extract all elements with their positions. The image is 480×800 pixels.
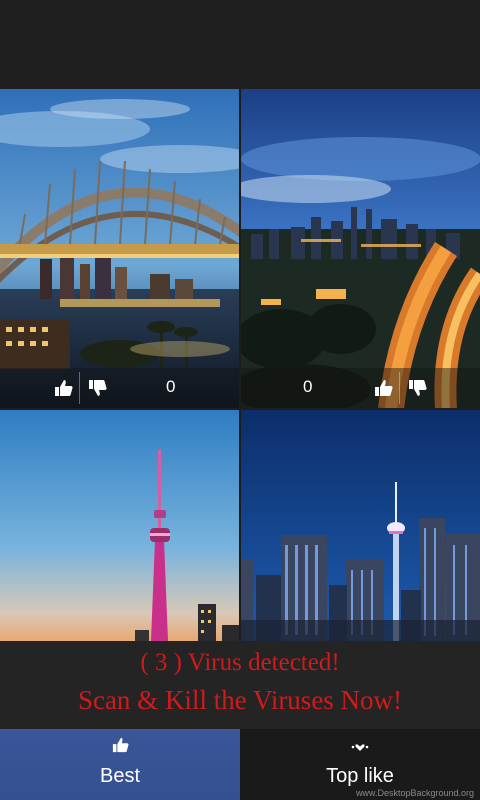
app-screen: 0 0 (3) Virus detected! Scan & Kill th… (0, 0, 480, 800)
wallpaper-tile-sydney[interactable]: 0 (0, 89, 239, 408)
tab-top-like-label: Top like (326, 765, 394, 787)
sydney-harbour-image (0, 89, 239, 408)
thumbs-up-icon (112, 737, 129, 753)
virus-alert-title: ( 3 ) Virus detected! (140, 649, 340, 676)
tab-top-like[interactable]: Top like www.DesktopBackground.org (240, 729, 480, 800)
bottom-tabs: Best Top like www.DesktopBackground.org (0, 729, 480, 800)
vote-divider (399, 372, 400, 404)
thumbs-down-icon[interactable] (87, 379, 107, 397)
tab-best[interactable]: Best (0, 729, 240, 800)
virus-alert-cta: Scan & Kill the Viruses Now! (77, 685, 403, 715)
cn-tower-image (0, 410, 239, 641)
like-count: 0 (166, 377, 176, 396)
wallpaper-grid: 0 0 (0, 89, 480, 641)
wallpaper-tile-kl-highway[interactable]: 0 (241, 89, 480, 408)
thumbs-up-icon[interactable] (373, 379, 393, 397)
hearts-icon (351, 744, 369, 751)
vote-divider (79, 372, 80, 404)
watermark: www.DesktopBackground.org (355, 788, 474, 798)
wallpaper-tile-kl-tower[interactable] (241, 410, 480, 641)
thumbs-down-icon[interactable] (407, 379, 427, 397)
tab-best-label: Best (99, 765, 141, 787)
like-count: 0 (303, 377, 313, 396)
kl-highway-image (241, 89, 480, 408)
vote-bar: 0 (241, 368, 480, 408)
kl-tower-image (241, 410, 480, 641)
top-bar (0, 0, 480, 89)
virus-alert-banner[interactable]: ( 3 ) Virus detected! Scan & Kill the Vi… (0, 641, 480, 729)
wallpaper-tile-cn-tower[interactable] (0, 410, 239, 641)
thumbs-up-icon[interactable] (53, 379, 73, 397)
vote-bar: 0 (0, 368, 239, 408)
